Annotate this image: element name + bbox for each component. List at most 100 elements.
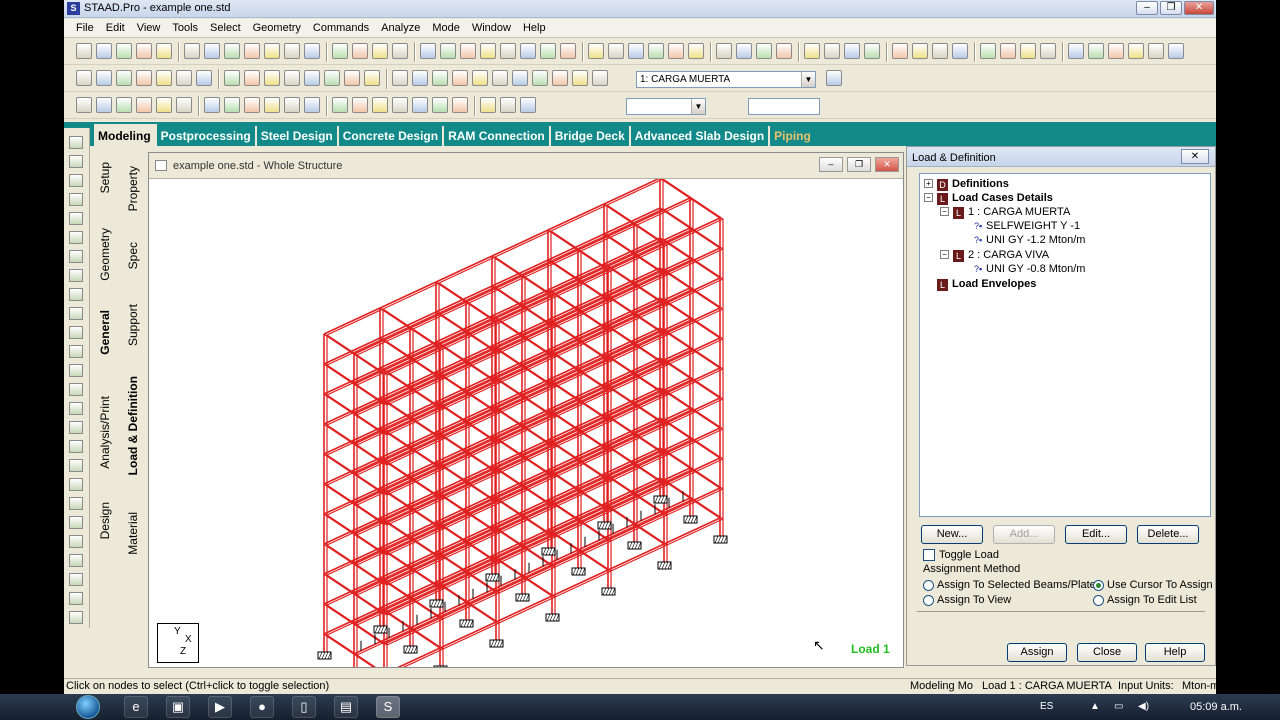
- toolbar-button-icon[interactable]: [204, 43, 220, 59]
- use-cursor-radio[interactable]: [1093, 580, 1104, 591]
- beam-member[interactable]: [494, 470, 552, 498]
- beam-member[interactable]: [494, 350, 552, 378]
- toolbar-button-icon[interactable]: [480, 43, 496, 59]
- beam-member[interactable]: [554, 420, 612, 448]
- tab-load-definition[interactable]: Load & Definition: [126, 376, 140, 475]
- collapse-icon[interactable]: −: [940, 207, 949, 216]
- beam-member[interactable]: [606, 448, 664, 476]
- beam-member[interactable]: [326, 368, 384, 396]
- left-tool-icon[interactable]: [69, 573, 83, 586]
- left-tool-icon[interactable]: [69, 364, 83, 377]
- toolbar-button-icon[interactable]: [1108, 43, 1124, 59]
- toolbar-button-icon[interactable]: [284, 97, 300, 113]
- beam-member[interactable]: [438, 312, 470, 334]
- beam-member[interactable]: [524, 310, 582, 338]
- toolbar-button-icon[interactable]: [592, 70, 608, 86]
- toolbar-button-icon[interactable]: [412, 97, 428, 113]
- beam-member[interactable]: [666, 338, 724, 366]
- menu-view[interactable]: View: [131, 19, 167, 38]
- beam-member[interactable]: [498, 416, 556, 444]
- beam-member[interactable]: [356, 568, 414, 596]
- beam-member[interactable]: [666, 248, 724, 276]
- toolbar-button-icon[interactable]: [912, 43, 928, 59]
- toolbar-button-icon[interactable]: [96, 70, 112, 86]
- close-button[interactable]: Close: [1077, 643, 1137, 662]
- left-tool-icon[interactable]: [69, 174, 83, 187]
- notepad-icon[interactable]: ▤: [334, 696, 358, 718]
- toolbar-button-icon[interactable]: [244, 43, 260, 59]
- toolbar-button-icon[interactable]: [304, 97, 320, 113]
- toolbar-button-icon[interactable]: [116, 70, 132, 86]
- beam-member[interactable]: [524, 460, 582, 488]
- viewport-minimize-button[interactable]: –: [819, 157, 843, 172]
- beam-member[interactable]: [603, 179, 660, 205]
- beam-member[interactable]: [356, 358, 414, 386]
- toolbar-button-icon[interactable]: [520, 43, 536, 59]
- beam-member[interactable]: [577, 223, 635, 251]
- beam-member[interactable]: [326, 604, 358, 626]
- beam-member[interactable]: [524, 430, 582, 458]
- beam-member[interactable]: [689, 197, 721, 219]
- viewport-close-button[interactable]: ✕: [875, 157, 899, 172]
- beam-member[interactable]: [383, 527, 441, 555]
- beam-member[interactable]: [663, 397, 721, 425]
- beam-member[interactable]: [379, 281, 437, 309]
- beam-member[interactable]: [439, 411, 497, 439]
- toolbar-button-icon[interactable]: [184, 43, 200, 59]
- firefox-icon[interactable]: ●: [250, 696, 274, 718]
- beam-member[interactable]: [438, 346, 496, 374]
- beam-member[interactable]: [439, 321, 497, 349]
- beam-member[interactable]: [550, 234, 608, 262]
- toolbar-button-icon[interactable]: [244, 97, 260, 113]
- left-tool-icon[interactable]: [69, 440, 83, 453]
- beam-member[interactable]: [382, 312, 440, 340]
- beam-member[interactable]: [498, 326, 556, 354]
- beam-member[interactable]: [666, 218, 724, 246]
- beam-member[interactable]: [495, 475, 553, 503]
- toolbar-button-icon[interactable]: [472, 70, 488, 86]
- beam-member[interactable]: [606, 238, 664, 266]
- menu-tools[interactable]: Tools: [166, 19, 204, 38]
- beam-member[interactable]: [326, 364, 358, 386]
- tab-geometry[interactable]: Geometry: [98, 228, 112, 281]
- beam-member[interactable]: [554, 540, 612, 568]
- beam-member[interactable]: [692, 438, 724, 460]
- beam-member[interactable]: [580, 404, 638, 432]
- beam-member[interactable]: [442, 502, 500, 530]
- beam-member[interactable]: [323, 513, 355, 535]
- explorer-folder-icon[interactable]: ▣: [166, 696, 190, 718]
- beam-member[interactable]: [412, 422, 470, 450]
- beam-member[interactable]: [551, 269, 609, 297]
- toolbar-button-icon[interactable]: [452, 97, 468, 113]
- beam-member[interactable]: [580, 374, 638, 402]
- beam-member[interactable]: [547, 259, 579, 281]
- beam-member[interactable]: [439, 381, 497, 409]
- beam-member[interactable]: [382, 402, 440, 430]
- beam-member[interactable]: [692, 378, 724, 400]
- beam-member[interactable]: [442, 532, 500, 560]
- beam-member[interactable]: [326, 484, 358, 506]
- beam-member[interactable]: [442, 472, 500, 500]
- beam-member[interactable]: [689, 437, 721, 459]
- beam-member[interactable]: [356, 328, 414, 356]
- beam-member[interactable]: [326, 308, 384, 336]
- beam-member[interactable]: [323, 423, 355, 445]
- beam-member[interactable]: [435, 281, 467, 303]
- assignment-edit-field[interactable]: [917, 611, 1205, 631]
- beam-member[interactable]: [550, 260, 582, 282]
- left-tool-icon[interactable]: [69, 592, 83, 605]
- menu-window[interactable]: Window: [466, 19, 517, 38]
- beam-member[interactable]: [606, 328, 664, 356]
- tab-advanced-slab-design[interactable]: Advanced Slab Design: [631, 126, 771, 146]
- toolbar-button-icon[interactable]: [116, 43, 132, 59]
- beam-member[interactable]: [438, 256, 496, 284]
- beam-member[interactable]: [383, 437, 441, 465]
- beam-member[interactable]: [323, 363, 355, 385]
- beam-member[interactable]: [606, 418, 664, 446]
- menu-select[interactable]: Select: [204, 19, 247, 38]
- beam-member[interactable]: [323, 307, 381, 335]
- beam-member[interactable]: [439, 531, 497, 559]
- beam-member[interactable]: [580, 434, 638, 462]
- beam-member[interactable]: [610, 244, 668, 272]
- beam-member[interactable]: [491, 285, 523, 307]
